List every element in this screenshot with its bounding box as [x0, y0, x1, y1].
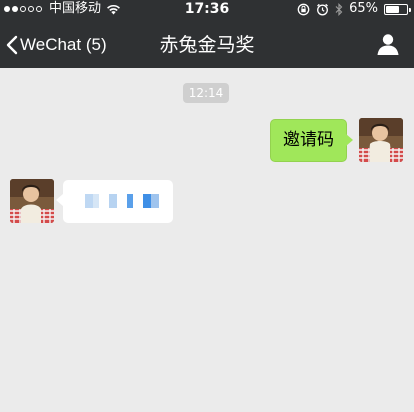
alarm-icon: [317, 3, 329, 15]
nav-bar: WeChat (5) 赤兔金马奖: [0, 22, 414, 68]
avatar-photo-icon: [359, 118, 403, 162]
status-right: 65%: [297, 0, 411, 18]
battery-icon: [384, 3, 411, 15]
battery-percent: 65%: [349, 1, 378, 16]
orientation-lock-icon: [297, 3, 310, 15]
message-timestamp: 12:14: [183, 83, 229, 103]
redacted-code: [79, 194, 159, 208]
received-message-bubble[interactable]: [56, 180, 173, 223]
chat-title: 赤兔金马奖: [159, 34, 255, 56]
person-icon: [377, 34, 399, 55]
status-bar: 中国移动 17:36 65%: [0, 0, 414, 18]
contact-avatar[interactable]: [10, 179, 54, 223]
top-bar: 中国移动 17:36 65% WeChat (5) 赤兔金马奖: [0, 0, 414, 68]
my-avatar[interactable]: [359, 118, 403, 162]
chat-info-button[interactable]: [376, 32, 400, 56]
avatar-photo-icon: [10, 179, 54, 223]
bluetooth-icon: [335, 2, 343, 16]
sent-message-bubble[interactable]: 邀请码: [270, 119, 353, 162]
